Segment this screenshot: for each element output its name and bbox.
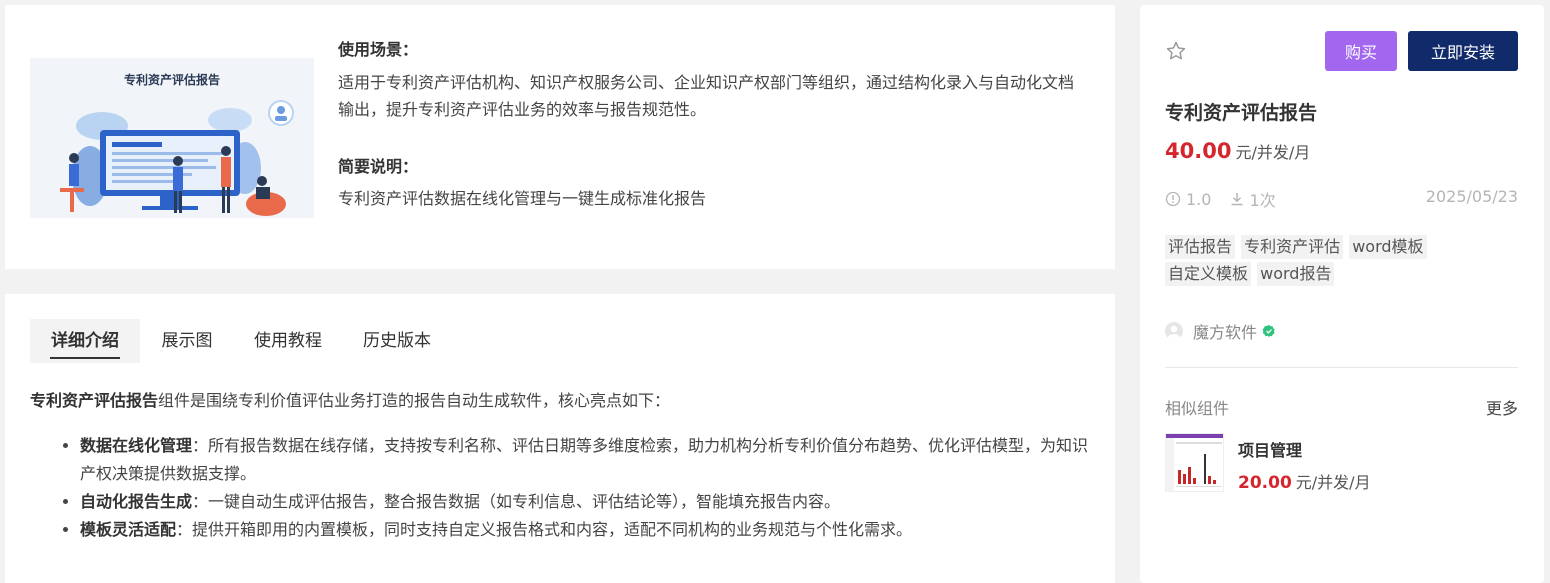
intro-text: 组件是围绕专利价值评估业务打造的报告自动生成软件，核心亮点如下： (158, 391, 671, 410)
more-link[interactable]: 更多 (1486, 395, 1518, 419)
info-icon (1165, 191, 1181, 207)
divider (1165, 367, 1518, 368)
feature-text: ：一键自动生成评估报告，整合报告数据（如专利信息、评估结论等），智能填充报告内容… (192, 492, 841, 511)
usage-text: 适用于专利资产评估机构、知识产权服务公司、企业知识产权部门等组织，通过结构化录入… (338, 73, 1075, 119)
tab-history[interactable]: 历史版本 (349, 319, 445, 363)
feature-item: 数据在线化管理：所有报告数据在线存储，支持按专利名称、评估日期等多维度检索，助力… (80, 432, 1090, 488)
download-icon (1231, 193, 1243, 206)
feature-item: 自动化报告生成：一键自动生成评估报告，整合报告数据（如专利信息、评估结论等），智… (80, 488, 1090, 516)
similar-price-value: 20.00 (1238, 473, 1292, 493)
tag[interactable]: 评估报告 (1165, 235, 1236, 259)
feature-text: ：所有报告数据在线存储，支持按专利名称、评估日期等多维度检索，助力机构分析专利价… (80, 436, 1089, 483)
tab-tutorial[interactable]: 使用教程 (240, 319, 336, 363)
tag[interactable]: 自定义模板 (1165, 262, 1252, 286)
similar-components-label: 相似组件 (1165, 399, 1230, 418)
tab-detail[interactable]: 详细介绍 (30, 319, 140, 363)
version-info: 1.0 (1165, 190, 1211, 209)
similar-item-name[interactable]: 项目管理 (1238, 437, 1302, 461)
release-date: 2025/05/23 (1425, 187, 1518, 206)
product-summary-card: 专利资产评估报告 使用场景： 适用于专利资产评估机构、知识产权服务公司、企业知识… (5, 5, 1115, 269)
feature-list: 数据在线化管理：所有报告数据在线存储，支持按专利名称、评估日期等多维度检索，助力… (80, 432, 1090, 544)
detail-intro: 专利资产评估报告组件是围绕专利价值评估业务打造的报告自动生成软件，核心亮点如下： (30, 387, 670, 411)
download-count: 1次 (1249, 191, 1276, 210)
star-outline-icon[interactable] (1165, 40, 1187, 62)
feature-title: 模板灵活适配 (80, 520, 177, 539)
intro-product-name: 专利资产评估报告 (30, 391, 159, 410)
product-thumbnail: 专利资产评估报告 (30, 58, 314, 218)
product-meta: 1.0 1次 2025/05/23 (1165, 187, 1518, 211)
similar-item-thumbnail[interactable] (1165, 433, 1224, 492)
tag[interactable]: word报告 (1257, 262, 1335, 286)
usage-heading: 使用场景： (338, 40, 419, 59)
price-unit: 元/并发/月 (1235, 143, 1311, 162)
tag[interactable]: word模板 (1349, 235, 1427, 259)
buy-button[interactable]: 购买 (1325, 31, 1397, 71)
verified-badge-icon (1262, 325, 1275, 337)
tag-list: 评估报告 专利资产评估 word模板 自定义模板 word报告 (1165, 235, 1505, 289)
feature-title: 自动化报告生成 (80, 492, 193, 511)
tag[interactable]: 专利资产评估 (1241, 235, 1344, 259)
summary-text: 专利资产评估数据在线化管理与一键生成标准化报告 (338, 189, 707, 208)
summary-heading: 简要说明： (338, 157, 419, 176)
detail-card: 详细介绍 展示图 使用教程 历史版本 专利资产评估报告组件是围绕专利价值评估业务… (5, 294, 1115, 583)
feature-item: 模板灵活适配：提供开箱即用的内置模板，同时支持自定义报告格式和内容，适配不同机构… (80, 516, 1090, 544)
avatar (1165, 322, 1183, 340)
product-price: 40.00 元/并发/月 (1165, 139, 1310, 163)
vendor-name: 魔方软件 (1193, 323, 1258, 342)
feature-text: ：提供开箱即用的内置模板，同时支持自定义报告格式和内容，适配不同机构的业务规范与… (176, 520, 913, 539)
tab-showcase[interactable]: 展示图 (148, 319, 226, 363)
vendor[interactable]: 魔方软件 (1165, 319, 1276, 343)
install-button[interactable]: 立即安装 (1408, 31, 1518, 71)
version-value: 1.0 (1186, 189, 1212, 209)
similar-item-price: 20.00 元/并发/月 (1238, 469, 1371, 493)
purchase-panel: 购买 立即安装 专利资产评估报告 40.00 元/并发/月 1.0 1次 2025… (1140, 5, 1544, 583)
similar-price-unit: 元/并发/月 (1295, 473, 1371, 492)
thumbnail-illustration (60, 100, 294, 216)
feature-title: 数据在线化管理 (80, 436, 193, 455)
price-value: 40.00 (1165, 139, 1232, 163)
download-info: 1次 (1229, 187, 1276, 211)
product-name: 专利资产评估报告 (1165, 102, 1318, 124)
